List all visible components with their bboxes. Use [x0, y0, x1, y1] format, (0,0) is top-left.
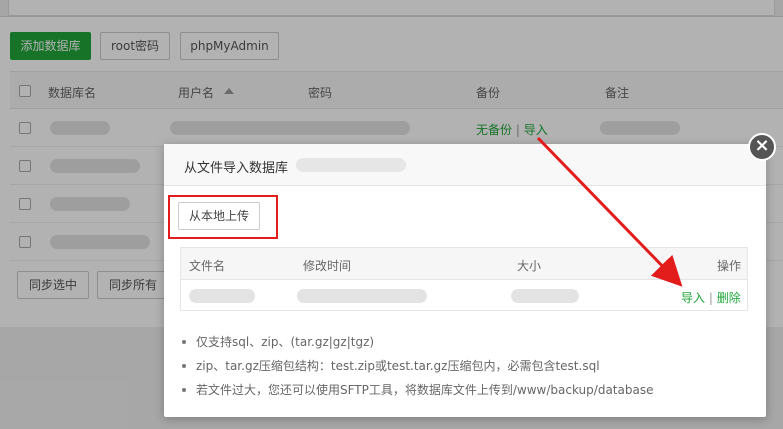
annotation-arrow [536, 136, 683, 287]
